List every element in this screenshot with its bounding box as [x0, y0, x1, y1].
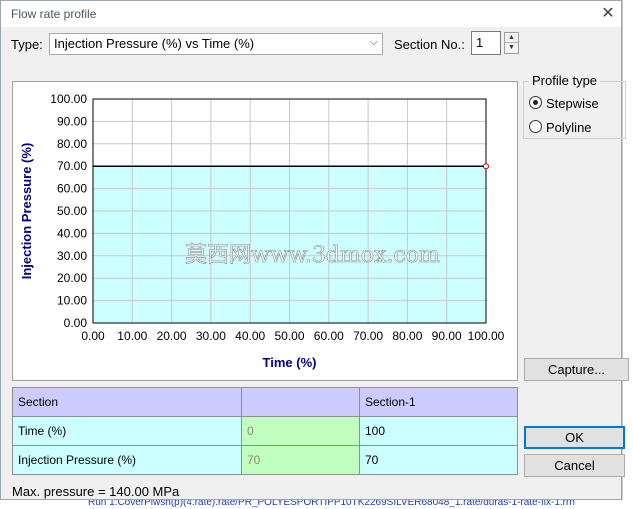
stepwise-label[interactable]: Stepwise [546, 96, 599, 111]
watermark-text: 莫西网www.3dmox.com [185, 243, 440, 268]
cancel-button[interactable]: Cancel [524, 454, 625, 477]
spin-down-icon[interactable]: ▼ [505, 43, 518, 53]
y-tick-label: 30.00 [57, 249, 87, 263]
y-tick-label: 10.00 [57, 294, 87, 308]
y-tick-label: 50.00 [57, 204, 87, 218]
x-tick-label: 70.00 [353, 329, 383, 343]
y-tick-label: 90.00 [57, 114, 87, 128]
dialog-title: Flow rate profile [11, 7, 97, 21]
series-point [483, 163, 489, 170]
x-tick-label: 90.00 [432, 329, 462, 343]
y-axis-label: Injection Pressure (%) [19, 143, 34, 280]
section-number-input[interactable]: 1 [471, 31, 501, 55]
type-dropdown-value: Injection Pressure (%) vs Time (%) [54, 36, 255, 51]
stepwise-radio[interactable] [529, 96, 542, 109]
y-tick-label: 40.00 [57, 226, 87, 240]
x-tick-label: 40.00 [235, 329, 265, 343]
background-status-text: Run 1:CoverPlwsh(p)(4.rate).rate/PR_POLY… [0, 500, 633, 509]
start-cell: 70 [241, 445, 360, 475]
y-tick-label: 20.00 [57, 271, 87, 285]
x-tick-label: 100.00 [468, 329, 505, 343]
section-spinner[interactable]: ▲ ▼ [504, 32, 519, 54]
y-tick-label: 100.00 [50, 92, 87, 106]
header-cell: Section [12, 387, 242, 417]
section-table: Section Section-1 Time (%) 0 100 Injecti… [12, 387, 518, 475]
x-tick-label: 60.00 [314, 329, 344, 343]
capture-button[interactable]: Capture... [524, 358, 629, 381]
y-tick-label: 70.00 [57, 159, 87, 173]
flow-rate-profile-dialog: Flow rate profile ✕ Type: Injection Pres… [0, 0, 629, 500]
spin-up-icon[interactable]: ▲ [505, 33, 518, 43]
row-label: Time (%) [12, 416, 242, 446]
section-no-label: Section No.: [394, 37, 465, 52]
close-icon[interactable]: ✕ [598, 5, 618, 23]
table-row: Time (%) 0 100 [12, 416, 518, 446]
type-dropdown[interactable]: Injection Pressure (%) vs Time (%) ⌵ [49, 33, 383, 55]
value-cell[interactable]: 70 [359, 445, 518, 475]
chart-panel: 0.00 10.00 20.00 30.00 40.00 50.00 60.00 70.00 8… [12, 81, 518, 381]
x-tick-label: 80.00 [392, 329, 422, 343]
polyline-radio[interactable] [529, 120, 542, 133]
x-axis-label: Time (%) [263, 355, 317, 370]
table-header-row: Section Section-1 [12, 387, 518, 417]
type-label: Type: [11, 37, 43, 52]
title-bar: Flow rate profile ✕ [1, 1, 621, 27]
x-tick-label: 10.00 [117, 329, 147, 343]
start-cell: 0 [241, 416, 360, 446]
x-tick-label: 20.00 [157, 329, 187, 343]
value-cell[interactable]: 100 [359, 416, 518, 446]
y-tick-label: 80.00 [57, 137, 87, 151]
header-cell [241, 387, 360, 417]
profile-type-legend: Profile type [529, 73, 601, 88]
y-tick-label: 0.00 [64, 316, 88, 330]
table-row: Injection Pressure (%) 70 70 [12, 445, 518, 475]
row-label: Injection Pressure (%) [12, 445, 242, 475]
chevron-down-icon: ⌵ [369, 36, 378, 48]
x-tick-label: 30.00 [196, 329, 226, 343]
header-cell: Section-1 [359, 387, 518, 417]
x-tick-label: 0.00 [81, 329, 105, 343]
background-path-text: Run 1:CoverPlwsh(p)(4.rate).rate/PR_POLY… [88, 500, 575, 508]
pressure-time-chart: 0.00 10.00 20.00 30.00 40.00 50.00 60.00 70.00 8… [19, 92, 505, 370]
ok-button[interactable]: OK [524, 426, 625, 449]
max-pressure-status: Max. pressure = 140.00 MPa [12, 484, 180, 499]
x-tick-label: 50.00 [274, 329, 304, 343]
y-tick-label: 60.00 [57, 182, 87, 196]
polyline-label[interactable]: Polyline [546, 120, 592, 135]
